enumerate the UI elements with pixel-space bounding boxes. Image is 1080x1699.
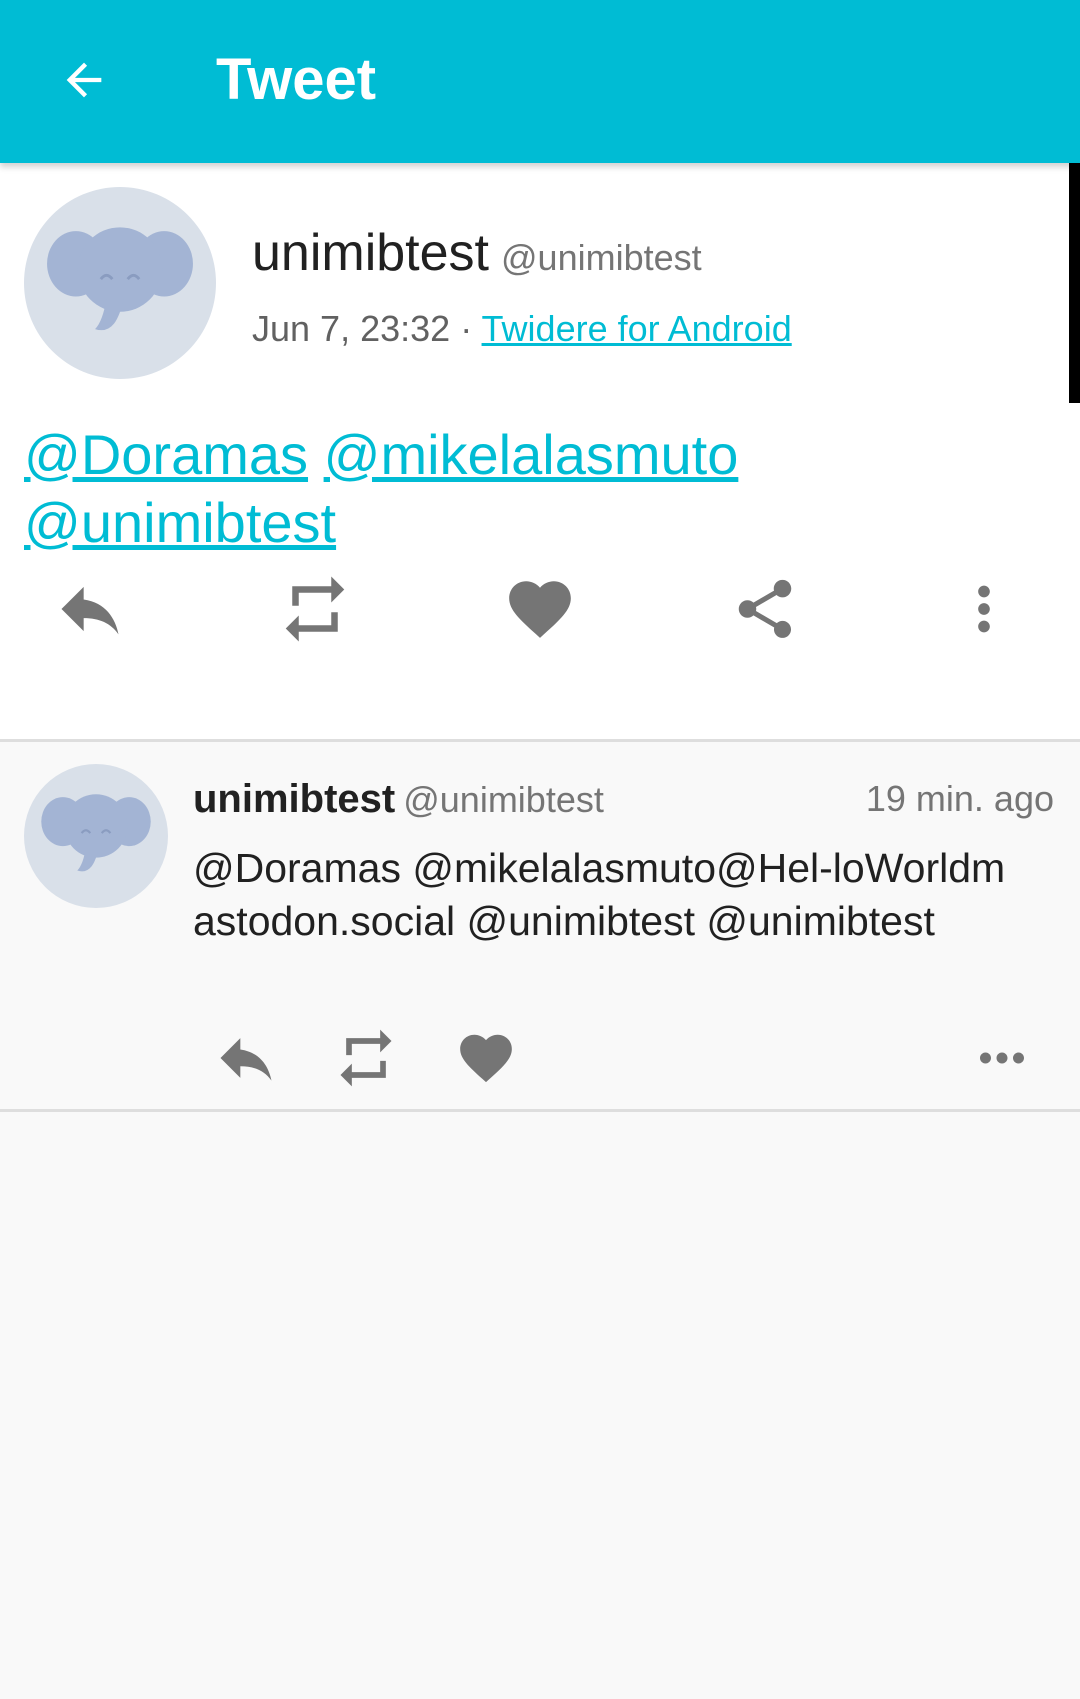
reply-text: @Doramas @mikelalasmuto@Hel-loWorldmasto…: [193, 845, 1006, 944]
reply-icon: [61, 586, 119, 635]
mention-link[interactable]: @unimibtest: [24, 491, 336, 554]
favorite-button[interactable]: [450, 1018, 522, 1098]
display-name: unimibtest: [252, 224, 489, 282]
more-button[interactable]: [944, 569, 1024, 649]
author-name[interactable]: unimibtest @unimibtest: [252, 221, 702, 290]
mention-link[interactable]: @Doramas: [24, 423, 308, 486]
retweet-icon: [340, 1029, 392, 1087]
reply-icon: [220, 1038, 272, 1081]
page-title: Tweet: [216, 47, 377, 112]
author-handle: @unimibtest: [501, 237, 702, 278]
status-meta: Jun 7, 23:32 · Twidere for Android: [252, 305, 792, 353]
reply-button[interactable]: [50, 569, 130, 649]
more-button[interactable]: [966, 1018, 1038, 1098]
share-button[interactable]: [725, 569, 805, 649]
elephant-avatar-icon: [41, 794, 151, 872]
reply-button[interactable]: [210, 1018, 282, 1098]
elephant-avatar-icon: [47, 227, 193, 331]
author-handle: @unimibtest: [403, 779, 604, 820]
meta-separator: ·: [460, 308, 473, 349]
reply-author: unimibtest @unimibtest: [193, 773, 604, 826]
back-button[interactable]: [44, 40, 124, 120]
avatar[interactable]: [24, 764, 168, 908]
status-detail: unimibtest @unimibtest Jun 7, 23:32 · Twi…: [0, 163, 1080, 742]
more-horizontal-icon: [980, 1052, 1024, 1064]
arrow-left-icon: [66, 62, 102, 98]
status-text: @Doramas @mikelalasmuto @unimibtest: [24, 421, 1044, 557]
source-link[interactable]: Twidere for Android: [482, 308, 792, 349]
reply-time: 19 min. ago: [865, 778, 1054, 819]
mention-link[interactable]: @mikelalasmuto: [324, 423, 739, 486]
display-name: unimibtest: [193, 777, 396, 821]
retweet-button[interactable]: [275, 569, 355, 649]
retweet-icon: [285, 576, 345, 642]
status-time: Jun 7, 23:32: [252, 308, 451, 349]
scrollbar-thumb[interactable]: [1069, 163, 1080, 403]
favorite-icon: [509, 581, 571, 638]
favorite-icon: [460, 1034, 512, 1083]
app-toolbar: Tweet: [0, 0, 1080, 163]
more-vertical-icon: [978, 585, 990, 633]
avatar[interactable]: [24, 187, 216, 379]
favorite-button[interactable]: [500, 569, 580, 649]
retweet-button[interactable]: [330, 1018, 402, 1098]
share-icon: [738, 579, 792, 638]
